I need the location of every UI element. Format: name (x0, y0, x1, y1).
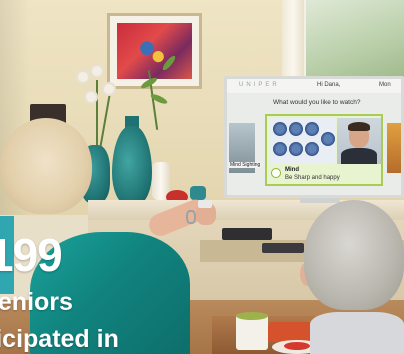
bracelet (186, 210, 196, 224)
tv-selected-card[interactable]: Mind Be Sharp and happy (265, 114, 383, 186)
photo-scene: UNIPER Hi Dana, Mon What would you like … (0, 0, 404, 354)
tv-question: What would you like to watch? (273, 99, 361, 106)
brain-scan-image (269, 118, 335, 164)
man-shirt (310, 312, 404, 354)
remote-control (198, 200, 212, 208)
stat-line-1: seniors (0, 288, 73, 316)
flower (78, 72, 88, 82)
card-category-icon (271, 168, 281, 178)
card-subtitle: Be Sharp and happy (285, 175, 340, 181)
flower (104, 84, 114, 94)
card-title: Mind (285, 167, 299, 173)
tv-base (300, 198, 340, 203)
presenter-image (337, 118, 381, 164)
flower (86, 92, 96, 102)
tv-greeting: Hi Dana, (317, 82, 341, 88)
window (300, 0, 404, 80)
tv-screen: UNIPER Hi Dana, Mon What would you like … (224, 76, 404, 198)
man-head (304, 200, 404, 310)
woman-head (0, 118, 92, 214)
teal-ornament (190, 186, 206, 200)
tv-thumbnail-right[interactable] (387, 123, 401, 173)
teal-vase-large (112, 126, 152, 204)
stat-line-2: participated in (0, 325, 119, 353)
flower (92, 66, 102, 76)
set-top-box (222, 228, 272, 240)
stat-number: 199 (0, 229, 62, 281)
media-device (262, 243, 304, 253)
tv-greeting-tail: Mon (379, 82, 391, 88)
tv-thumbnail-left-label: Mind Sighting (229, 162, 262, 168)
tv-brand: UNIPER (239, 82, 280, 88)
